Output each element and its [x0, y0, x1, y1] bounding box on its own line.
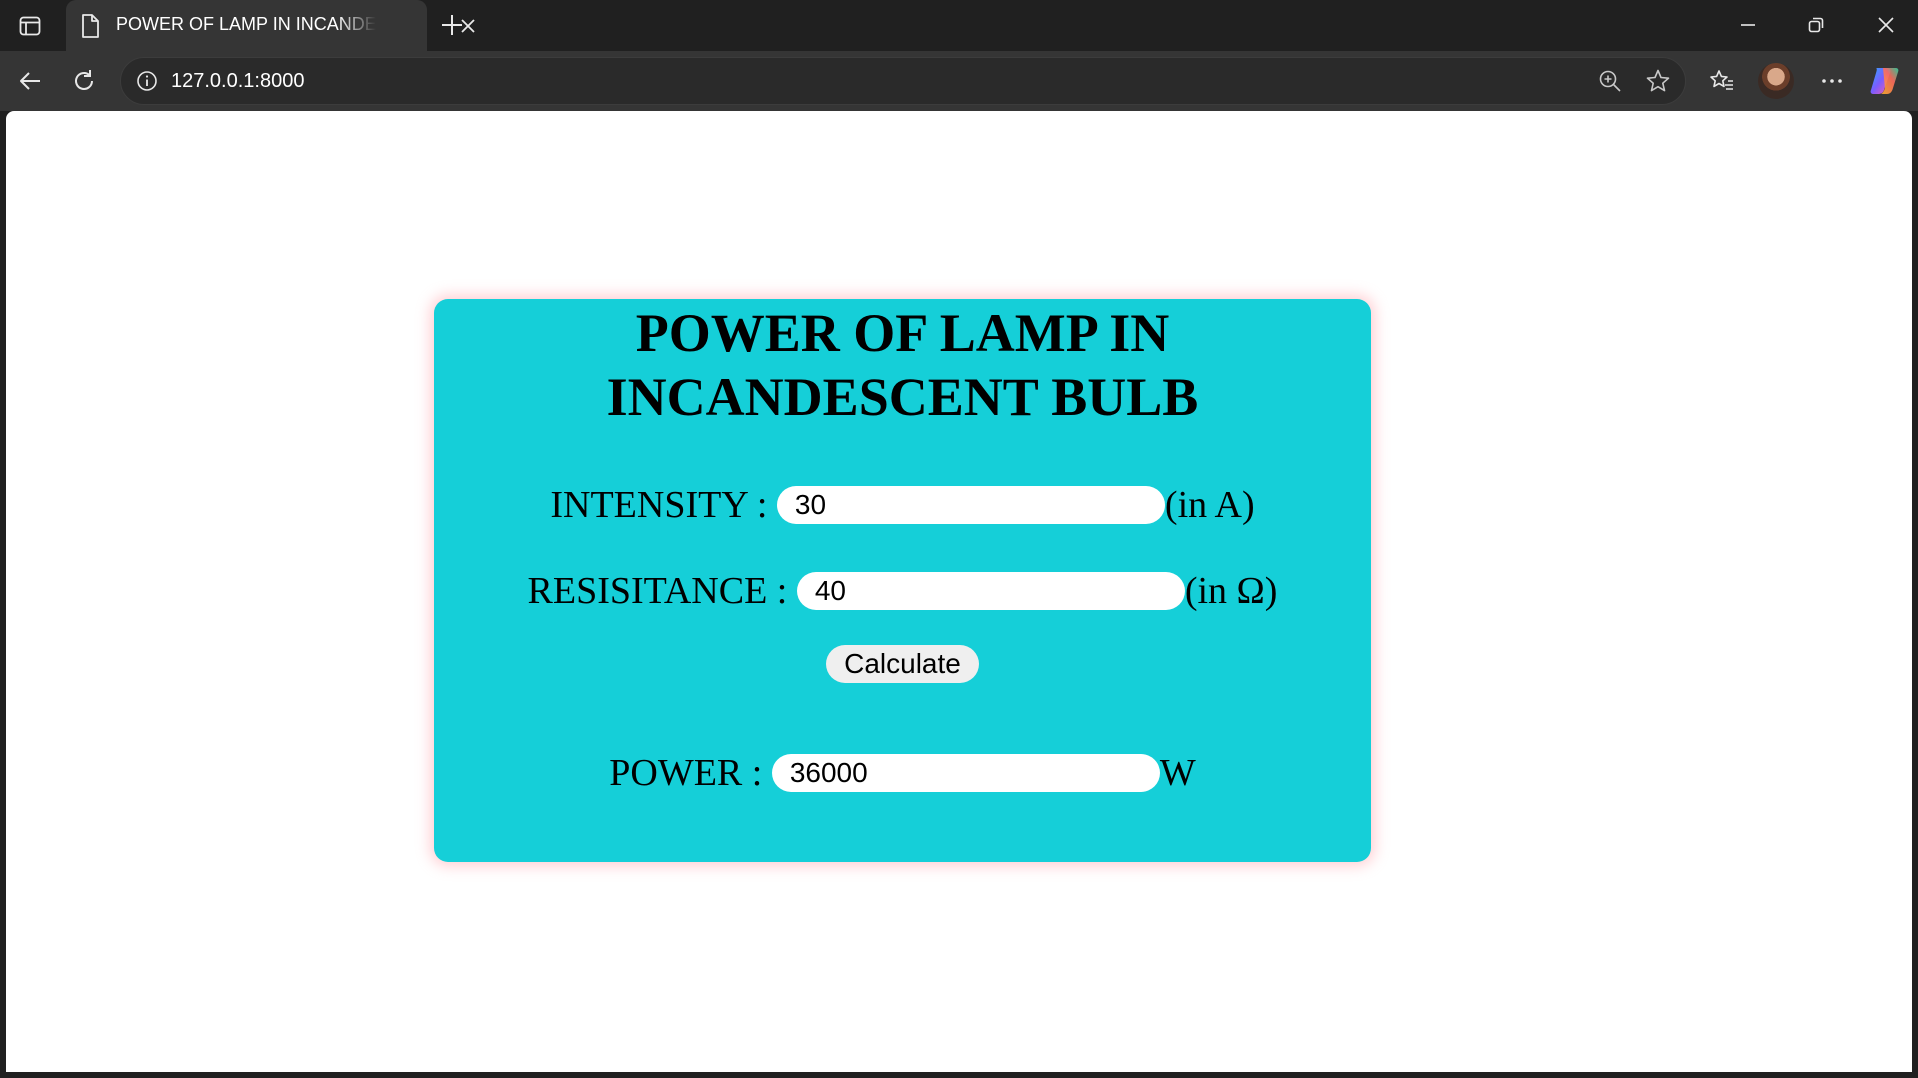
page-icon	[82, 14, 99, 38]
intensity-row: INTENSITY : (in A)	[434, 483, 1371, 527]
more-menu-button[interactable]	[1814, 63, 1850, 99]
back-button[interactable]	[12, 63, 48, 99]
tab-actions-button[interactable]	[12, 11, 48, 41]
profile-avatar[interactable]	[1758, 63, 1794, 99]
favorites-button[interactable]	[1704, 63, 1740, 99]
resistance-label: RESISITANCE :	[527, 570, 797, 612]
browser-toolbar: 127.0.0.1:8000	[0, 51, 1918, 111]
close-window-icon	[1878, 17, 1894, 33]
favorites-icon	[1710, 70, 1733, 90]
favorite-star-icon[interactable]	[1645, 68, 1671, 94]
back-arrow-icon	[20, 72, 40, 90]
minimize-icon	[1741, 24, 1755, 26]
close-window-button[interactable]	[1866, 8, 1906, 42]
resistance-row: RESISITANCE : (in Ω)	[434, 569, 1371, 613]
zoom-icon[interactable]	[1597, 68, 1623, 94]
new-tab-icon[interactable]	[437, 10, 467, 40]
site-info-icon[interactable]	[135, 69, 159, 93]
active-tab[interactable]: POWER OF LAMP IN INCANDESCENT BULB	[66, 0, 475, 51]
more-dots-icon	[1822, 79, 1842, 83]
calculate-wrap: Calculate	[434, 645, 1371, 683]
tab-title: POWER OF LAMP IN INCANDESCENT BULB	[116, 14, 376, 34]
restore-icon	[1808, 17, 1824, 33]
tab-strip: POWER OF LAMP IN INCANDESCENT BULB	[0, 0, 1918, 51]
calculate-button[interactable]: Calculate	[826, 645, 979, 683]
power-unit: W	[1159, 752, 1196, 794]
power-output[interactable]	[771, 754, 1160, 792]
reload-icon	[75, 70, 93, 90]
restore-button[interactable]	[1796, 8, 1836, 42]
intensity-input[interactable]	[776, 486, 1165, 524]
reload-button[interactable]	[66, 63, 102, 99]
intensity-unit: (in A)	[1164, 484, 1255, 526]
resistance-unit: (in Ω)	[1184, 570, 1278, 612]
page-viewport: POWER OF LAMP IN INCANDESCENT BULB INTEN…	[6, 111, 1912, 1072]
power-row: POWER : W	[434, 751, 1371, 795]
intensity-label: INTENSITY :	[550, 484, 777, 526]
resistance-input[interactable]	[796, 572, 1185, 610]
calculator-card: POWER OF LAMP IN INCANDESCENT BULB INTEN…	[434, 299, 1371, 862]
address-bar[interactable]: 127.0.0.1:8000	[120, 57, 1686, 105]
power-label: POWER :	[609, 752, 772, 794]
tab-actions-icon	[19, 16, 41, 36]
url-text[interactable]: 127.0.0.1:8000	[171, 58, 304, 104]
minimize-button[interactable]	[1728, 8, 1768, 42]
copilot-icon[interactable]	[1868, 64, 1902, 98]
page-title: POWER OF LAMP IN INCANDESCENT BULB	[606, 303, 1199, 427]
